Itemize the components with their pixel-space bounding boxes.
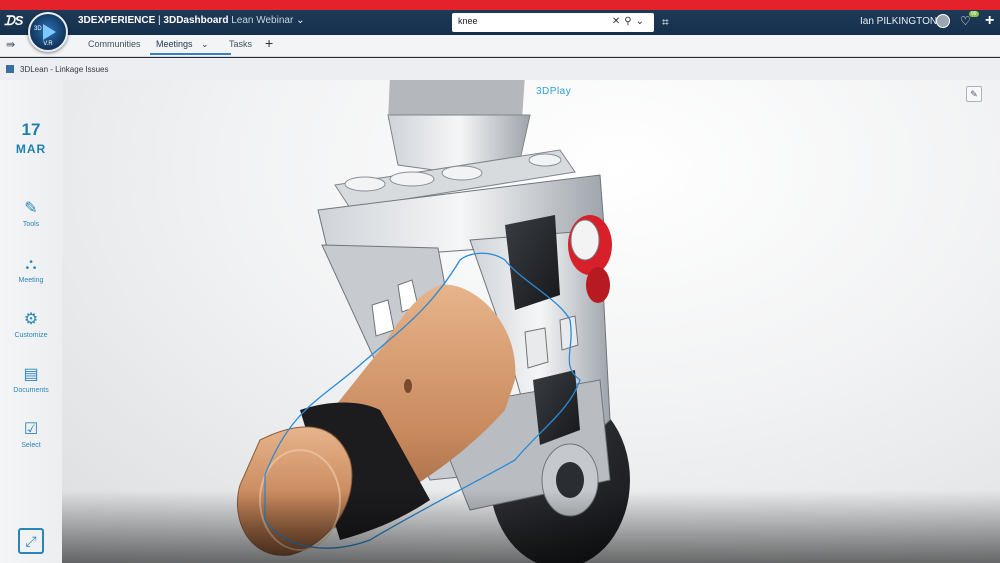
tab-meetings[interactable]: Meetings ⌄ <box>150 39 231 55</box>
tab-communities[interactable]: Communities <box>88 39 141 49</box>
sidebar-item-label: Tools <box>22 221 40 228</box>
add-tab-icon[interactable]: + <box>265 35 273 51</box>
select-icon: ☑ <box>23 421 39 438</box>
tag-icon[interactable]: ⌗ <box>662 15 669 30</box>
avatar[interactable] <box>936 14 950 28</box>
lower-joint-hole <box>556 462 584 498</box>
notifications-icon[interactable]: ♡ 99 <box>960 11 979 28</box>
red-bearing <box>586 267 610 303</box>
sidebar-item-label: Documents <box>13 387 49 394</box>
chevron-down-icon[interactable]: ⌄ <box>636 16 648 27</box>
sidebar-item-label: Customize <box>14 332 48 339</box>
tab-tasks[interactable]: Tasks <box>229 39 252 49</box>
document-icon: ▤ <box>23 366 39 383</box>
frame-cutout <box>524 327 549 369</box>
widget-icon <box>6 65 14 73</box>
search-value: knee <box>458 16 478 26</box>
sidebar-item-tools[interactable]: ✎ Tools <box>0 200 62 228</box>
top-bar: ᗪS 3D V.R 3DEXPERIENCE | 3DDashboard Lea… <box>0 10 1000 52</box>
gear-icon: ⚙ <box>23 311 39 328</box>
brand-app: 3DEXPERIENCE <box>78 15 156 26</box>
filter-icon[interactable]: ⚲ <box>624 16 635 27</box>
search-controls: ✕⚲⌄ <box>612 16 648 27</box>
widget-title: 3DLean - Linkage Issues <box>20 65 109 74</box>
frame-cutout <box>559 315 579 351</box>
viewer-title: 3DPlay <box>536 86 572 97</box>
date-month: MAR <box>15 142 47 156</box>
dashboard-name: Lean Webinar <box>231 15 294 26</box>
compass-button[interactable]: 3D V.R <box>28 12 68 52</box>
sidebar-item-select[interactable]: ☑ Select <box>0 421 62 449</box>
left-sidebar: 17 MAR ✎ Tools ⛬ Meeting ⚙ Customize ▤ D… <box>0 80 62 563</box>
fullscreen-icon[interactable]: ⤢ <box>18 528 44 554</box>
sidebar-item-customize[interactable]: ⚙ Customize <box>0 311 62 339</box>
meeting-icon: ⛬ <box>25 256 37 273</box>
window-top-strip <box>0 0 1000 10</box>
chevron-down-icon[interactable]: ⌄ <box>201 39 209 49</box>
chevron-down-icon[interactable]: ⌄ <box>296 15 304 26</box>
widget-header: 3DLean - Linkage Issues <box>0 58 1000 80</box>
collapse-panel-icon[interactable]: ⇛ <box>6 38 15 51</box>
dashboard-title[interactable]: 3DEXPERIENCE | 3DDashboard Lean Webinar … <box>78 15 304 26</box>
tab-bar: ⇛ Communities Meetings ⌄ Tasks + <box>0 35 1000 57</box>
plate-hole <box>389 171 435 187</box>
plate-hole <box>441 165 483 181</box>
edit-icon[interactable]: ✎ <box>966 86 982 102</box>
plate-hole <box>528 153 562 167</box>
plate-hole <box>344 176 386 192</box>
sidebar-item-documents[interactable]: ▤ Documents <box>0 366 62 394</box>
compass-label: V.R <box>43 41 53 47</box>
brand-dashboard: 3DDashboard <box>163 15 229 26</box>
socket-end <box>236 426 353 556</box>
socket-hole <box>404 379 412 393</box>
bearing-hole <box>570 219 600 261</box>
pylon-tube <box>388 80 525 120</box>
notification-badge: 99 <box>969 11 979 17</box>
app-window: ᗪS 3D V.R 3DEXPERIENCE | 3DDashboard Lea… <box>0 0 1000 563</box>
sidebar-item-label: Meeting <box>18 277 44 284</box>
3d-model-scene[interactable] <box>0 80 1000 563</box>
search-input[interactable]: knee ✕⚲⌄ <box>452 13 654 32</box>
sidebar-item-meeting[interactable]: ⛬ Meeting <box>0 256 62 284</box>
add-icon[interactable]: + <box>985 12 994 30</box>
date-day: 17 <box>21 120 41 139</box>
tab-meetings-label: Meetings <box>156 39 193 49</box>
ds-logo-icon[interactable]: ᗪS <box>4 13 26 31</box>
user-name[interactable]: Ian PILKINGTON <box>860 16 937 27</box>
play-icon <box>43 24 56 40</box>
clear-icon[interactable]: ✕ <box>612 16 624 27</box>
sidebar-item-label: Select <box>21 442 41 449</box>
tools-icon: ✎ <box>24 200 38 217</box>
compass-3d-label: 3D <box>34 26 42 32</box>
